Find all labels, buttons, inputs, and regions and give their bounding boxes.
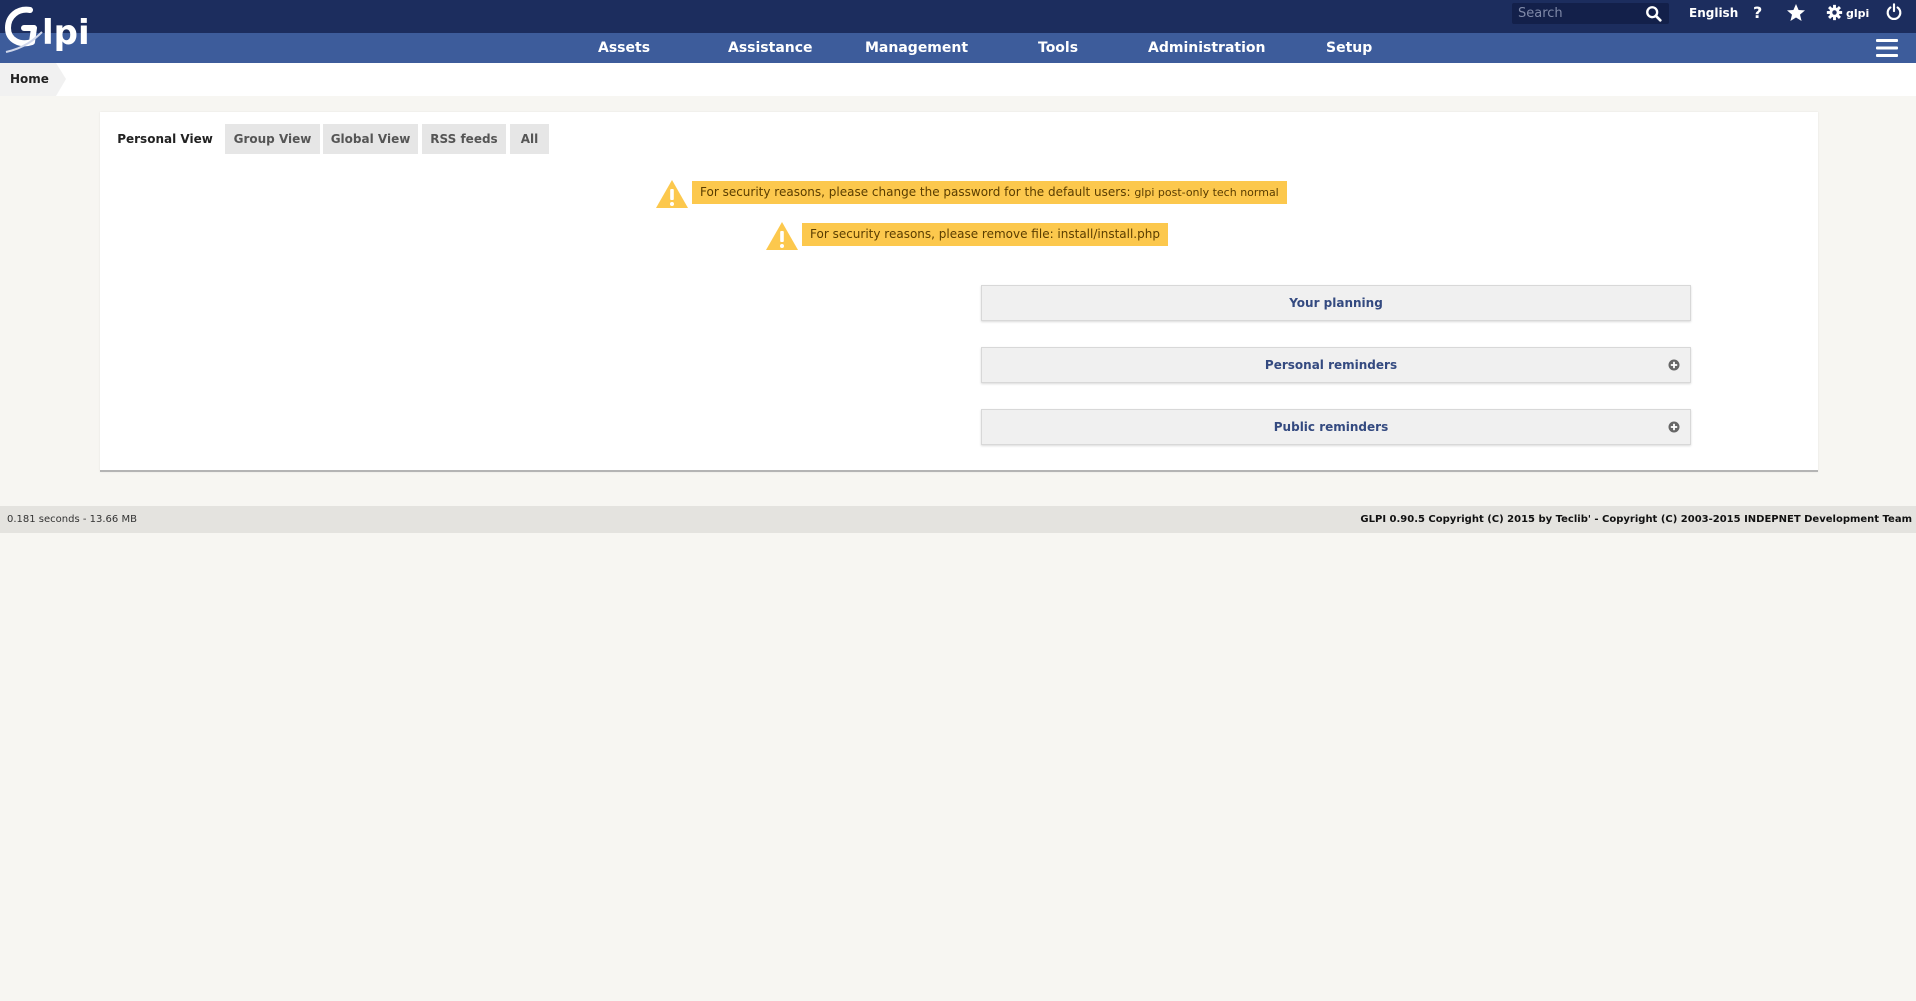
warning-message: For security reasons, please change the … <box>700 185 1135 199</box>
hamburger-menu-icon[interactable] <box>1876 38 1898 58</box>
nav-assistance[interactable]: Assistance <box>728 33 813 63</box>
warning-text: For security reasons, please change the … <box>692 181 1287 204</box>
top-bar: English ? glpi <box>0 0 1916 33</box>
nav-management[interactable]: Management <box>865 33 968 63</box>
warning-icon <box>656 180 688 208</box>
star-icon[interactable] <box>1786 3 1806 23</box>
default-users-list: glpi post-only tech normal <box>1134 186 1279 199</box>
gear-icon[interactable] <box>1826 4 1843 21</box>
nav-administration[interactable]: Administration <box>1148 33 1265 63</box>
add-reminder-icon[interactable] <box>1668 359 1680 371</box>
main-panel: Personal View Group View Global View RSS… <box>100 112 1818 472</box>
tab-global-view[interactable]: Global View <box>323 124 418 154</box>
logout-icon[interactable] <box>1885 3 1903 21</box>
widget-your-planning[interactable]: Your planning <box>981 285 1691 321</box>
add-reminder-icon[interactable] <box>1668 421 1680 433</box>
breadcrumb: Home <box>0 63 1916 96</box>
tab-group-view[interactable]: Group View <box>225 124 320 154</box>
warning-icon <box>766 222 798 250</box>
glpi-logo[interactable]: lpi <box>4 4 100 56</box>
widget-title[interactable]: Personal reminders <box>982 348 1690 382</box>
warning-message: For security reasons, please remove file… <box>802 223 1168 246</box>
search-box[interactable] <box>1512 3 1669 24</box>
warning-install-file: For security reasons, please remove file… <box>765 221 1168 253</box>
help-icon[interactable]: ? <box>1753 4 1762 22</box>
tab-rss-feeds[interactable]: RSS feeds <box>422 124 506 154</box>
nav-assets[interactable]: Assets <box>598 33 650 63</box>
nav-tools[interactable]: Tools <box>1038 33 1078 63</box>
widget-title[interactable]: Public reminders <box>982 410 1690 444</box>
warning-default-passwords: For security reasons, please change the … <box>655 179 1287 211</box>
breadcrumb-arrow <box>56 63 66 96</box>
language-selector[interactable]: English <box>1689 4 1738 22</box>
user-name[interactable]: glpi <box>1846 5 1869 23</box>
widget-public-reminders[interactable]: Public reminders <box>981 409 1691 445</box>
svg-text:lpi: lpi <box>42 13 90 53</box>
page-stats: 0.181 seconds - 13.66 MB <box>7 514 137 525</box>
tab-personal-view[interactable]: Personal View <box>111 124 219 154</box>
widget-personal-reminders[interactable]: Personal reminders <box>981 347 1691 383</box>
main-navigation: Assets Assistance Management Tools Admin… <box>0 33 1916 63</box>
copyright-link[interactable]: GLPI 0.90.5 Copyright (C) 2015 by Teclib… <box>1360 506 1912 533</box>
search-icon[interactable] <box>1645 5 1663 23</box>
search-input[interactable] <box>1514 3 1650 24</box>
breadcrumb-home[interactable]: Home <box>0 63 56 96</box>
nav-setup[interactable]: Setup <box>1326 33 1372 63</box>
tab-all[interactable]: All <box>510 124 549 154</box>
footer: 0.181 seconds - 13.66 MB GLPI 0.90.5 Cop… <box>0 506 1916 533</box>
widget-title[interactable]: Your planning <box>982 286 1690 320</box>
